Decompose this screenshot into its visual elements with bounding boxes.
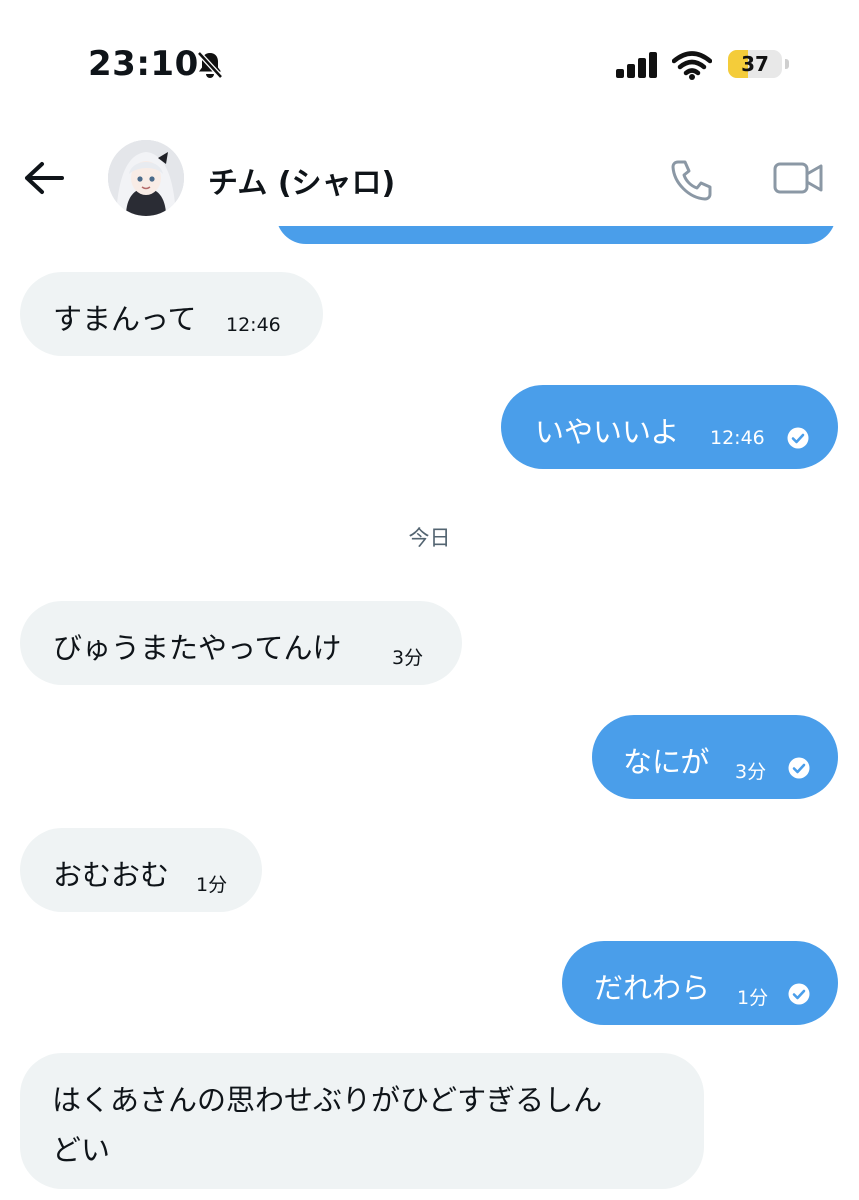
message-timestamp: 12:46 [226, 314, 281, 336]
message-received[interactable]: すまんって 12:46 [20, 272, 323, 356]
bell-slash-icon [197, 51, 223, 79]
message-received[interactable]: おむおむ 1分 [20, 828, 262, 912]
battery-icon: 37 [728, 50, 790, 80]
message-text: いやいいよ [535, 415, 680, 449]
message-timestamp: 3分 [735, 761, 767, 783]
battery-percentage: 37 [741, 52, 769, 76]
status-bar: 23:10 37 [0, 0, 859, 130]
status-time: 23:10 [88, 44, 199, 84]
date-separator: 今日 [408, 526, 451, 550]
signal-icon [616, 52, 657, 78]
message-text: おむおむ [53, 858, 170, 892]
message-timestamp: 12:46 [710, 427, 765, 449]
message-received[interactable]: はくあさんの思わせぶりがひどすぎるしん どい [20, 1053, 704, 1189]
message-timestamp: 1分 [196, 874, 228, 896]
message-sent[interactable]: だれわら 1分 [562, 941, 838, 1025]
message-text: だれわら [594, 971, 711, 1005]
message-received[interactable]: びゅうまたやってんけ 3分 [20, 601, 462, 685]
read-check-icon [787, 427, 809, 449]
message-sent[interactable]: なにが 3分 [592, 715, 838, 799]
contact-avatar[interactable] [108, 140, 184, 216]
message-text: なにが [623, 745, 710, 779]
read-check-icon [788, 983, 810, 1005]
message-timestamp: 3分 [392, 647, 424, 669]
video-icon[interactable] [772, 158, 824, 198]
wifi-icon [672, 51, 712, 80]
message-text-line-2: どい [52, 1133, 111, 1167]
contact-name[interactable]: チム (シャロ) [208, 158, 395, 202]
message-sent[interactable]: いやいいよ 12:46 [501, 385, 838, 469]
message-text-line-1: はくあさんの思わせぶりがひどすぎるしん [52, 1083, 603, 1117]
conversation-header: チム (シャロ) [0, 130, 859, 226]
read-check-icon [788, 757, 810, 779]
back-arrow-icon[interactable] [22, 160, 66, 196]
phone-icon[interactable] [668, 156, 716, 204]
message-text: びゅうまたやってんけ [53, 631, 342, 665]
message-timestamp: 1分 [737, 987, 769, 1009]
message-text: すまんって [53, 302, 197, 336]
